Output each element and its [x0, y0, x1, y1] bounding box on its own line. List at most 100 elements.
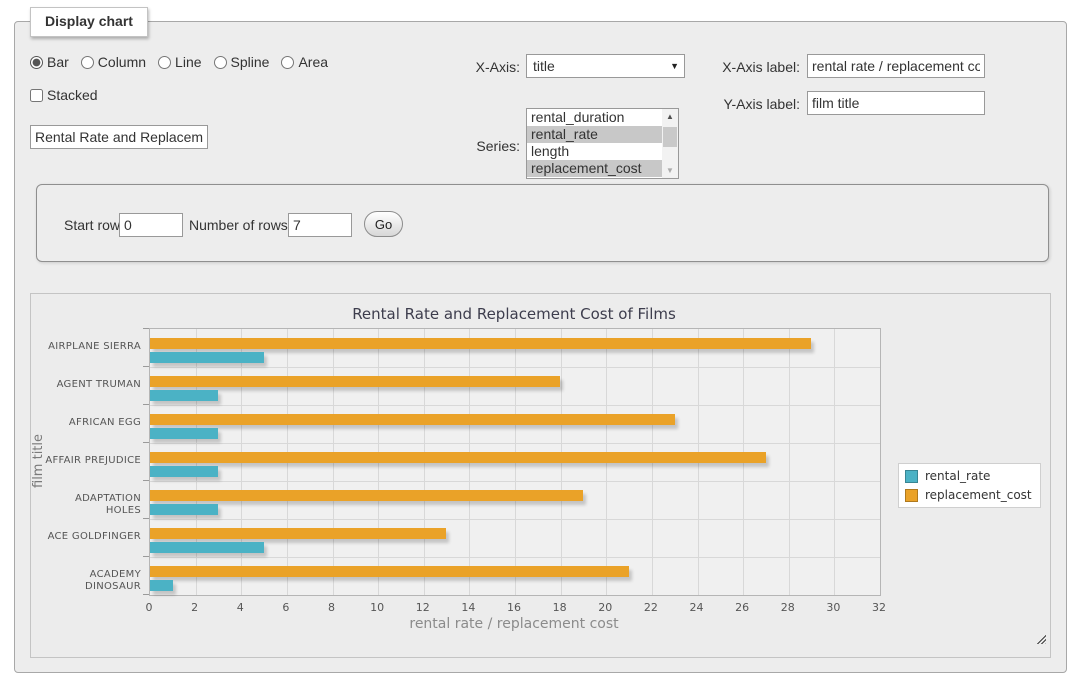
x-axis-tick-label: 8 — [315, 601, 349, 614]
series-option-replacement_cost[interactable]: replacement_cost — [527, 160, 664, 177]
series-option-rental_duration[interactable]: rental_duration — [527, 109, 664, 126]
series-listbox-label: Series: — [420, 138, 520, 154]
chart-x-axis-title: rental rate / replacement cost — [149, 616, 879, 632]
series-option-length[interactable]: length — [527, 143, 664, 160]
gridline — [150, 405, 880, 406]
resize-handle-icon[interactable] — [1035, 633, 1046, 644]
scrollbar-thumb[interactable] — [663, 127, 677, 147]
x-axis-label-label: X-Axis label: — [690, 59, 800, 75]
chart-type-option-spline[interactable]: Spline — [214, 54, 270, 70]
gridline — [150, 481, 880, 482]
x-axis-tick-label: 2 — [178, 601, 212, 614]
gridline — [150, 557, 880, 558]
scroll-down-icon[interactable]: ▼ — [662, 163, 678, 178]
scroll-up-icon[interactable]: ▲ — [662, 109, 678, 124]
start-row-input[interactable] — [119, 213, 183, 237]
start-row-label: Start row: — [64, 217, 124, 233]
x-axis-tick-label: 4 — [223, 601, 257, 614]
y-axis-tick — [143, 404, 149, 405]
bar-replacement_cost-adaptation-holes — [150, 490, 583, 501]
y-axis-category-label: AFRICAN EGG — [41, 417, 141, 429]
chart-type-radio-column[interactable] — [81, 56, 94, 69]
number-of-rows-input[interactable] — [288, 213, 352, 237]
chart-title: Rental Rate and Replacement Cost of Film… — [149, 305, 879, 323]
chart-type-radio-area[interactable] — [281, 56, 294, 69]
chart-type-option-line[interactable]: Line — [158, 54, 201, 70]
gridline — [834, 329, 835, 595]
y-axis-tick — [143, 442, 149, 443]
stacked-checkbox[interactable] — [30, 89, 43, 102]
bar-rental_rate-ace-goldfinger — [150, 542, 264, 553]
y-axis-category-label: ACE GOLDFINGER — [41, 531, 141, 543]
y-axis-tick — [143, 328, 149, 329]
x-axis-tick-label: 14 — [451, 601, 485, 614]
display-chart-page: Display chart Bar Column Line Spline Area St… — [0, 0, 1081, 681]
gridline — [150, 367, 880, 368]
stacked-checkbox-option[interactable]: Stacked — [30, 87, 98, 103]
y-axis-label-label: Y-Axis label: — [690, 96, 800, 112]
stacked-label: Stacked — [47, 87, 98, 103]
y-axis-tick — [143, 366, 149, 367]
bar-rental_rate-airplane-sierra — [150, 352, 264, 363]
chart-title-input[interactable] — [30, 125, 208, 149]
x-axis-tick-label: 16 — [497, 601, 531, 614]
chart-type-radio-spline[interactable] — [214, 56, 227, 69]
chart-plot-area — [149, 328, 881, 596]
gridline — [789, 329, 790, 595]
bar-rental_rate-adaptation-holes — [150, 504, 218, 515]
bar-replacement_cost-airplane-sierra — [150, 338, 811, 349]
legend-entry-rental_rate: rental_rate — [905, 469, 1032, 483]
legend-swatch-icon — [905, 489, 918, 502]
x-axis-tick-label: 10 — [360, 601, 394, 614]
chart-type-option-column[interactable]: Column — [81, 54, 146, 70]
chart-type-radio-label: Spline — [231, 54, 270, 70]
chart-type-option-bar[interactable]: Bar — [30, 54, 69, 70]
chevron-down-icon: ▼ — [670, 62, 679, 71]
x-axis-label-input[interactable] — [807, 54, 985, 78]
y-axis-tick — [143, 594, 149, 595]
y-axis-tick — [143, 480, 149, 481]
chart-type-radio-label: Bar — [47, 54, 69, 70]
legend-label: rental_rate — [925, 469, 990, 483]
x-axis-tick-label: 20 — [588, 601, 622, 614]
bar-replacement_cost-african-egg — [150, 414, 675, 425]
series-scrollbar[interactable]: ▲ ▼ — [662, 109, 678, 178]
series-listbox[interactable]: rental_durationrental_ratelengthreplacem… — [526, 108, 679, 179]
bar-rental_rate-african-egg — [150, 428, 218, 439]
y-axis-category-label: ADAPTATION HOLES — [41, 493, 141, 517]
gridline — [150, 443, 880, 444]
go-button[interactable]: Go — [364, 211, 403, 237]
x-axis-tick-label: 0 — [132, 601, 166, 614]
number-of-rows-label: Number of rows: — [189, 217, 292, 233]
chart-legend: rental_rate replacement_cost — [898, 463, 1041, 508]
x-axis-select[interactable]: title ▼ — [526, 54, 685, 78]
bar-replacement_cost-affair-prejudice — [150, 452, 766, 463]
x-axis-tick-label: 18 — [543, 601, 577, 614]
legend-swatch-icon — [905, 470, 918, 483]
y-axis-tick — [143, 556, 149, 557]
bar-rental_rate-academy-dinosaur — [150, 580, 173, 591]
y-axis-category-label: ACADEMY DINOSAUR — [41, 569, 141, 593]
bar-replacement_cost-academy-dinosaur — [150, 566, 629, 577]
legend-entry-replacement_cost: replacement_cost — [905, 488, 1032, 502]
legend-label: replacement_cost — [925, 488, 1032, 502]
bar-rental_rate-agent-truman — [150, 390, 218, 401]
chart-type-radio-label: Column — [98, 54, 146, 70]
x-axis-tick-label: 30 — [816, 601, 850, 614]
chart-type-radio-bar[interactable] — [30, 56, 43, 69]
chart-type-radio-group: Bar Column Line Spline Area — [30, 54, 328, 70]
y-axis-category-label: AFFAIR PREJUDICE — [41, 455, 141, 467]
chart-type-radio-line[interactable] — [158, 56, 171, 69]
series-options: rental_durationrental_ratelengthreplacem… — [527, 109, 678, 177]
fieldset-legend: Display chart — [30, 7, 148, 37]
chart-type-option-area[interactable]: Area — [281, 54, 328, 70]
bar-rental_rate-affair-prejudice — [150, 466, 218, 477]
series-option-rental_rate[interactable]: rental_rate — [527, 126, 664, 143]
chart-type-radio-label: Area — [298, 54, 328, 70]
y-axis-category-label: AGENT TRUMAN — [41, 379, 141, 391]
x-axis-tick-label: 22 — [634, 601, 668, 614]
x-axis-selected-value: title — [533, 58, 555, 74]
bar-replacement_cost-agent-truman — [150, 376, 560, 387]
y-axis-label-input[interactable] — [807, 91, 985, 115]
x-axis-tick-label: 6 — [269, 601, 303, 614]
